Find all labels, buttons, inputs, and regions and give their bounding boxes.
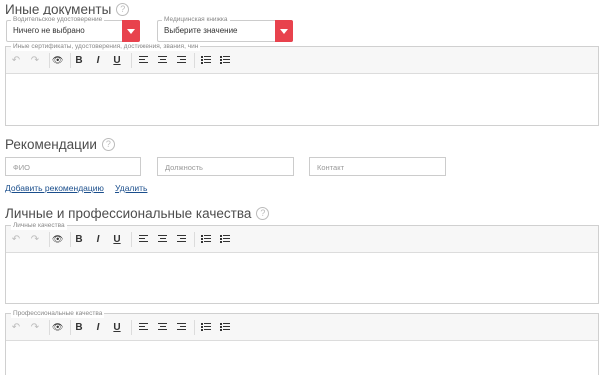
align-left-icon[interactable] bbox=[139, 56, 148, 64]
section-title-recommendations: Рекомендации ? bbox=[5, 137, 115, 152]
align-right-icon[interactable] bbox=[177, 235, 186, 243]
section-title-text: Личные и профессиональные качества bbox=[5, 206, 252, 221]
editor-legend: Иные сертификаты, удостоверения, достиже… bbox=[11, 42, 201, 51]
select-legend: Водительское удостоверение bbox=[11, 15, 105, 24]
recommender-position-input[interactable]: Должность bbox=[157, 157, 294, 176]
select-value: Ничего не выбрано bbox=[13, 26, 85, 35]
redo-icon[interactable]: ↷ bbox=[30, 234, 40, 245]
chevron-down-icon[interactable] bbox=[275, 20, 293, 42]
bullet-list-icon[interactable] bbox=[201, 323, 211, 332]
bullet-list-icon[interactable] bbox=[201, 56, 211, 65]
editor-legend: Профессиональные качества bbox=[11, 309, 105, 318]
align-right-icon[interactable] bbox=[177, 56, 186, 64]
section-title-text: Рекомендации bbox=[5, 137, 97, 152]
recommender-name-input[interactable]: ФИО bbox=[5, 157, 141, 176]
help-icon[interactable]: ? bbox=[101, 138, 115, 151]
numbered-list-icon[interactable] bbox=[220, 56, 230, 65]
section-title-qualities: Личные и профессиональные качества ? bbox=[5, 206, 270, 221]
redo-icon[interactable]: ↷ bbox=[30, 322, 40, 333]
align-center-icon[interactable] bbox=[158, 235, 167, 243]
recommender-contact-input[interactable]: Контакт bbox=[309, 157, 446, 176]
preview-icon[interactable]: 👁 bbox=[52, 322, 63, 333]
preview-icon[interactable]: 👁 bbox=[52, 55, 63, 66]
align-left-icon[interactable] bbox=[139, 323, 148, 331]
select-legend: Медицинская книжка bbox=[162, 15, 230, 24]
delete-recommendation-link[interactable]: Удалить bbox=[115, 183, 147, 193]
professional-qualities-editor[interactable]: Профессиональные качества ↶ ↷ 👁 B I U bbox=[5, 309, 599, 375]
italic-icon[interactable]: I bbox=[93, 322, 103, 333]
undo-icon[interactable]: ↶ bbox=[11, 322, 21, 333]
align-left-icon[interactable] bbox=[139, 235, 148, 243]
bold-icon[interactable]: B bbox=[74, 55, 84, 66]
align-center-icon[interactable] bbox=[158, 323, 167, 331]
certificates-editor[interactable]: Иные сертификаты, удостоверения, достиже… bbox=[5, 42, 599, 126]
driver-license-select[interactable]: Водительское удостоверение Ничего не выб… bbox=[6, 15, 140, 42]
bullet-list-icon[interactable] bbox=[201, 235, 211, 244]
medical-book-select[interactable]: Медицинская книжка Выберите значение bbox=[157, 15, 293, 42]
numbered-list-icon[interactable] bbox=[220, 235, 230, 244]
chevron-down-icon[interactable] bbox=[122, 20, 140, 42]
underline-icon[interactable]: U bbox=[112, 234, 122, 245]
editor-toolbar: Иные сертификаты, удостоверения, достиже… bbox=[6, 42, 598, 74]
bold-icon[interactable]: B bbox=[74, 234, 84, 245]
personal-qualities-editor[interactable]: Личные качества ↶ ↷ 👁 B I U bbox=[5, 221, 599, 304]
undo-icon[interactable]: ↶ bbox=[11, 55, 21, 66]
redo-icon[interactable]: ↷ bbox=[30, 55, 40, 66]
help-icon[interactable]: ? bbox=[116, 3, 130, 16]
preview-icon[interactable]: 👁 bbox=[52, 234, 63, 245]
add-recommendation-link[interactable]: Добавить рекомендацию bbox=[5, 183, 104, 193]
select-value: Выберите значение bbox=[164, 26, 238, 35]
help-icon[interactable]: ? bbox=[256, 207, 270, 220]
undo-icon[interactable]: ↶ bbox=[11, 234, 21, 245]
underline-icon[interactable]: U bbox=[112, 55, 122, 66]
numbered-list-icon[interactable] bbox=[220, 323, 230, 332]
editor-toolbar: Личные качества ↶ ↷ 👁 B I U bbox=[6, 221, 598, 253]
bold-icon[interactable]: B bbox=[74, 322, 84, 333]
align-center-icon[interactable] bbox=[158, 56, 167, 64]
editor-toolbar: Профессиональные качества ↶ ↷ 👁 B I U bbox=[6, 309, 598, 341]
italic-icon[interactable]: I bbox=[93, 55, 103, 66]
align-right-icon[interactable] bbox=[177, 323, 186, 331]
editor-legend: Личные качества bbox=[11, 221, 67, 230]
italic-icon[interactable]: I bbox=[93, 234, 103, 245]
underline-icon[interactable]: U bbox=[112, 322, 122, 333]
